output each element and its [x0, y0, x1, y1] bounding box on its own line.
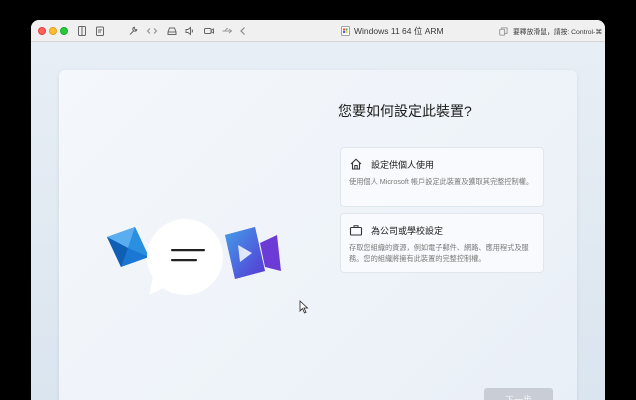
- vm-document-icon: [341, 26, 350, 36]
- camera-icon[interactable]: [203, 25, 215, 37]
- briefcase-icon: [349, 223, 363, 237]
- video-icon: [225, 227, 281, 279]
- back-chevron-icon[interactable]: [237, 25, 249, 37]
- wrench-icon[interactable]: [127, 25, 139, 37]
- sidebar-icon[interactable]: [76, 25, 88, 37]
- mouse-release-hint-text: 要釋放滑鼠，請按: Control-⌘: [513, 29, 603, 36]
- oobe-setup-card: 您要如何設定此裝置? 設定供個人使用 使用個人 Microsoft 帳戶設定此裝…: [59, 70, 577, 400]
- apps-illustration: [95, 215, 285, 305]
- mouse-release-hint: 要釋放滑鼠，請按: Control-⌘: [499, 25, 602, 37]
- drive-icon[interactable]: [166, 25, 178, 37]
- zoom-window-button[interactable]: [60, 27, 68, 35]
- option-personal-use[interactable]: 設定供個人使用 使用個人 Microsoft 帳戶設定此裝置及獲取其完整控制權。: [340, 147, 544, 207]
- vm-screen[interactable]: 您要如何設定此裝置? 設定供個人使用 使用個人 Microsoft 帳戶設定此裝…: [31, 42, 605, 400]
- vm-window: Windows 11 64 位 ARM 要釋放滑鼠，請按: Control-⌘: [31, 20, 605, 400]
- next-button[interactable]: 下一步: [484, 388, 553, 400]
- speaker-icon[interactable]: [184, 25, 196, 37]
- window-title: Windows 11 64 位 ARM: [341, 24, 444, 38]
- code-arrows-icon[interactable]: [146, 25, 158, 37]
- option-work-title: 為公司或學校設定: [371, 226, 444, 236]
- window-title-text: Windows 11 64 位 ARM: [354, 26, 444, 36]
- option-work-description: 存取您組織的資源，例如電子郵件、網路、應用程式及服務。您的組織將擁有此裝置的完整…: [349, 243, 529, 263]
- home-icon: [349, 157, 363, 171]
- clipboard-icon[interactable]: [94, 25, 106, 37]
- setup-heading: 您要如何設定此裝置?: [338, 103, 472, 119]
- close-window-button[interactable]: [38, 27, 46, 35]
- mouse-cursor-icon: [299, 300, 309, 314]
- usb-icon[interactable]: [221, 25, 233, 37]
- option-work-school[interactable]: 為公司或學校設定 存取您組織的資源，例如電子郵件、網路、應用程式及服務。您的組織…: [340, 213, 544, 273]
- chat-bubble-icon: [147, 219, 223, 295]
- title-bar: Windows 11 64 位 ARM 要釋放滑鼠，請按: Control-⌘: [31, 20, 605, 42]
- minimize-window-button[interactable]: [49, 27, 57, 35]
- copy-icon[interactable]: [499, 26, 508, 36]
- option-personal-title: 設定供個人使用: [371, 160, 435, 170]
- option-personal-description: 使用個人 Microsoft 帳戶設定此裝置及獲取其完整控制權。: [349, 177, 534, 186]
- mail-icon: [107, 227, 149, 267]
